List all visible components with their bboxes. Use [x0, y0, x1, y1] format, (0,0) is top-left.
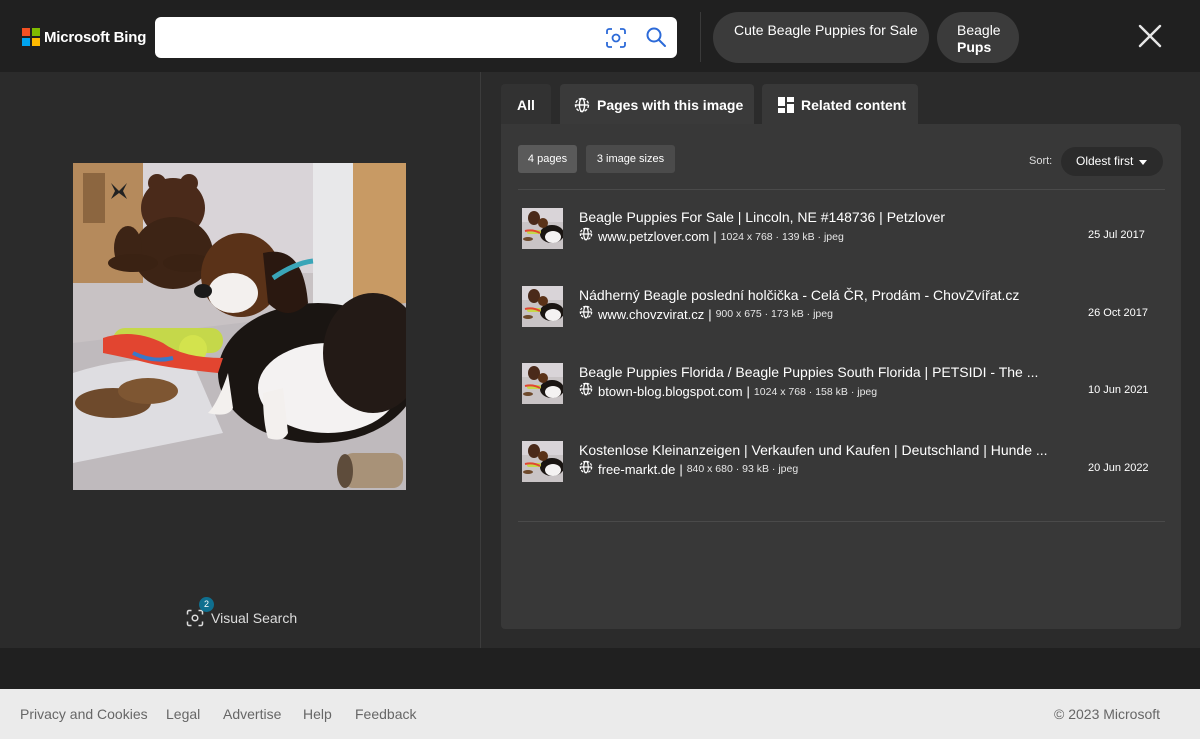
- result-date: 10 Jun 2021: [1088, 384, 1149, 396]
- result-title[interactable]: Nádherný Beagle poslední holčička - Celá…: [579, 287, 1019, 303]
- filter-image-sizes-button[interactable]: 3 image sizes: [586, 145, 675, 173]
- footer-spacer: [0, 648, 1200, 689]
- image-preview-pane: 2 Visual Search: [0, 72, 480, 648]
- beagle-puppy-image[interactable]: [73, 163, 406, 490]
- globe-icon: [579, 305, 593, 324]
- search-icon[interactable]: [645, 26, 667, 48]
- result-thumbnail[interactable]: [522, 285, 563, 327]
- result-row[interactable]: Kostenlose Kleinanzeigen | Verkaufen und…: [518, 440, 1165, 501]
- footer-link-privacy[interactable]: Privacy and Cookies: [20, 706, 148, 722]
- result-thumbnail[interactable]: [522, 363, 563, 404]
- sort-dropdown[interactable]: Oldest first: [1061, 147, 1163, 176]
- related-grid-icon: [778, 96, 794, 113]
- footer-link-feedback[interactable]: Feedback: [355, 706, 416, 722]
- globe-icon: [579, 460, 593, 479]
- divider: [518, 189, 1165, 190]
- tab-label: All: [517, 96, 535, 113]
- result-row[interactable]: Beagle Puppies For Sale | Lincoln, NE #1…: [518, 208, 1165, 268]
- visual-search-icon[interactable]: [605, 27, 627, 49]
- result-meta: www.chovzvirat.cz | 900 x 675 · 173 kB ·…: [579, 305, 833, 324]
- related-search-chip[interactable]: Beagle Pups: [937, 12, 1019, 63]
- header-divider: [700, 12, 701, 62]
- separator: |: [746, 384, 750, 399]
- result-meta: btown-blog.blogspot.com | 1024 x 768 · 1…: [579, 382, 877, 401]
- search-input[interactable]: [167, 25, 587, 50]
- result-date: 26 Oct 2017: [1088, 306, 1148, 319]
- visual-search-label: Visual Search: [211, 610, 298, 626]
- pane-divider: [480, 72, 481, 648]
- tab-label: Pages with this image: [597, 96, 744, 113]
- globe-icon: [574, 97, 590, 112]
- visual-search-badge: 2: [199, 597, 214, 612]
- brand-name: Microsoft Bing: [44, 28, 147, 46]
- result-domain[interactable]: btown-blog.blogspot.com: [598, 384, 743, 399]
- footer-link-advertise[interactable]: Advertise: [223, 706, 281, 722]
- visual-search-icon: [186, 609, 204, 627]
- tab-pages-with-image[interactable]: Pages with this image: [560, 84, 754, 125]
- chip-label-line2: Pups: [957, 39, 992, 55]
- pages-with-image-panel: 4 pages 3 image sizes Sort: Oldest first…: [501, 124, 1181, 629]
- close-icon[interactable]: [1136, 22, 1164, 50]
- chevron-down-icon: [1139, 160, 1147, 165]
- tab-label: Related content: [801, 96, 907, 113]
- result-thumbnail[interactable]: [522, 208, 563, 249]
- result-image-details: 1024 x 768 · 139 kB · jpeg: [720, 230, 844, 243]
- related-search-chip[interactable]: Cute Beagle Puppies for Sale: [713, 12, 929, 63]
- result-row[interactable]: Nádherný Beagle poslední holčička - Celá…: [518, 285, 1165, 346]
- result-domain[interactable]: free-markt.de: [598, 462, 675, 477]
- filter-pages-button[interactable]: 4 pages: [518, 145, 577, 173]
- tab-all[interactable]: All: [501, 84, 551, 125]
- visual-search-button[interactable]: 2 Visual Search: [186, 597, 298, 627]
- result-row[interactable]: Beagle Puppies Florida / Beagle Puppies …: [518, 363, 1165, 423]
- globe-icon: [579, 227, 593, 246]
- result-title[interactable]: Kostenlose Kleinanzeigen | Verkaufen und…: [579, 442, 1048, 458]
- bing-logo[interactable]: Microsoft Bing: [22, 28, 146, 46]
- result-title[interactable]: Beagle Puppies Florida / Beagle Puppies …: [579, 364, 1038, 380]
- footer-link-legal[interactable]: Legal: [166, 706, 200, 722]
- footer-link-help[interactable]: Help: [303, 706, 332, 722]
- sort-label: Sort:: [1029, 155, 1053, 167]
- separator: |: [713, 229, 717, 244]
- sort-value: Oldest first: [1076, 154, 1134, 168]
- separator: |: [708, 306, 712, 322]
- result-date: 20 Jun 2022: [1088, 461, 1149, 474]
- result-date: 25 Jul 2017: [1088, 229, 1145, 241]
- result-title[interactable]: Beagle Puppies For Sale | Lincoln, NE #1…: [579, 209, 945, 225]
- globe-icon: [579, 382, 593, 401]
- result-image-details: 900 x 675 · 173 kB · jpeg: [715, 308, 833, 320]
- result-meta: free-markt.de | 840 x 680 · 93 kB · jpeg: [579, 460, 798, 479]
- chip-label: Cute Beagle Puppies for Sale: [734, 22, 918, 38]
- copyright: © 2023 Microsoft: [1054, 706, 1161, 722]
- microsoft-logo-icon: [22, 28, 40, 46]
- tab-related-content[interactable]: Related content: [762, 84, 918, 125]
- separator: |: [679, 461, 683, 477]
- result-image-details: 840 x 680 · 93 kB · jpeg: [686, 463, 799, 475]
- result-domain[interactable]: www.chovzvirat.cz: [598, 307, 704, 322]
- header: Microsoft Bing Cute Beagle Puppies for S…: [0, 0, 1200, 72]
- result-thumbnail[interactable]: [522, 440, 563, 482]
- chip-label-line1: Beagle: [957, 22, 1001, 38]
- result-image-details: 1024 x 768 · 158 kB · jpeg: [753, 385, 878, 398]
- divider: [518, 521, 1165, 522]
- footer: Privacy and Cookies Legal Advertise Help…: [0, 689, 1200, 739]
- search-box: [155, 17, 677, 58]
- result-meta: www.petzlover.com | 1024 x 768 · 139 kB …: [579, 227, 844, 246]
- result-domain[interactable]: www.petzlover.com: [598, 229, 709, 244]
